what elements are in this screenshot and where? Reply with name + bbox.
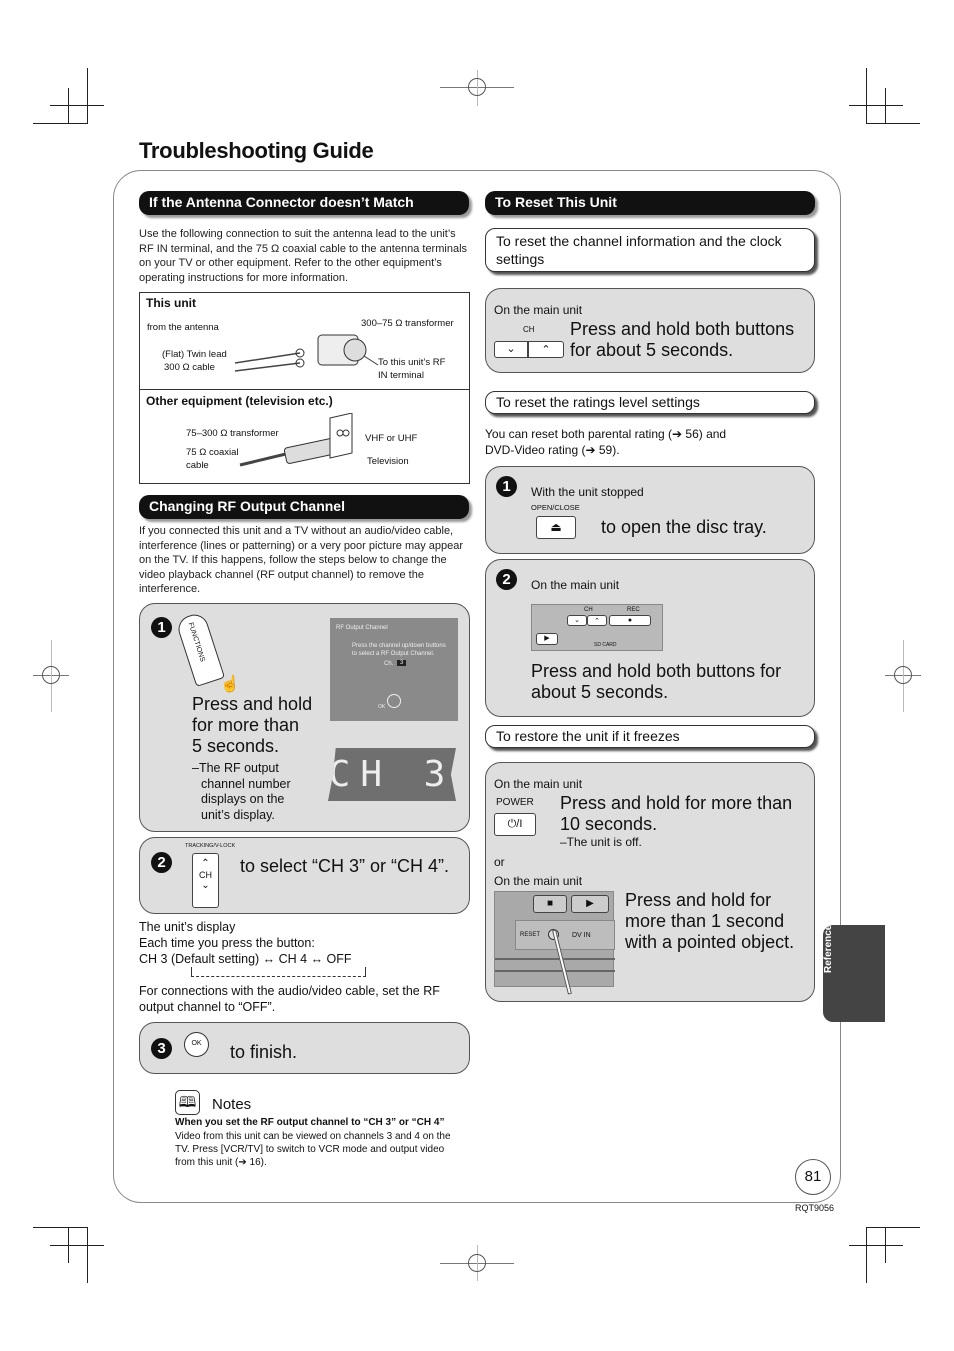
twin-lead-label-2: 300 Ω cable [164,362,215,373]
tracking-caption: TRACKING/V-LOCK [185,843,236,849]
antenna-intro: Use the following connection to suit the… [139,228,468,284]
rf-section-header: Changing RF Output Channel [139,495,469,519]
rf-in-label-2: IN terminal [378,370,424,381]
freeze-box: On the main unit POWER ⏻/I Press and hol… [485,762,815,1002]
functions-button[interactable]: FUNCTIONS [174,611,226,687]
power-button[interactable]: ⏻/I [494,813,536,836]
step-number-3: 3 [151,1038,172,1059]
television-label: Television [367,456,409,467]
step-number-2: 2 [151,852,172,873]
reset-channel-clock-title: To reset the channel information and the… [485,228,815,272]
tv-screen-rf-output: RF Output Channel Press the channel up/d… [330,618,458,721]
transformer-illustration [234,334,379,372]
reset-panel-image: ■ ▶ RESET DV IN [494,891,615,995]
reset-channel-clock-box: On the main unit CH ⌄ ⌃ Press and hold b… [485,288,815,373]
notes-title: Notes [212,1096,252,1113]
reset-ratings-title: To reset the ratings level settings [485,391,815,414]
step2-instruction: to select “CH 3” or “CH 4”. [240,856,450,876]
panel-rec-button[interactable]: ● [609,615,651,626]
ch-caption: CH [523,325,535,334]
step-number-1: 1 [151,617,172,638]
hand-press-icon: ☝ [220,676,240,693]
reference-side-tab[interactable]: Reference [823,925,885,1022]
ok-button[interactable]: OK [184,1032,209,1057]
from-antenna-label: from the antenna [147,322,219,333]
panel-play-button[interactable]: ▶ [536,633,558,645]
panel-play-button-2[interactable]: ▶ [571,895,609,913]
notes-book-icon: 🕮 [175,1090,200,1115]
main-unit-panel-image: CH REC ⌄ ⌃ ● ▶ SD CARD [531,604,663,651]
step1-instruction-1: Press and hold [192,694,313,714]
ratings-desc: You can reset both parental rating (➔ 56… [485,427,727,457]
ok-dial-icon [387,694,401,708]
this-unit-label: This unit [146,296,196,310]
display-note: The unit’s display Each time you press t… [139,920,440,1014]
step1-instruction-3: 5 seconds. [192,736,280,756]
antenna-section-header: If the Antenna Connector doesn’t Match [139,191,469,215]
page-number: 81 [795,1159,831,1195]
rf-in-label: To this unit’s RF [378,357,446,368]
step3-instruction: to finish. [230,1042,298,1062]
step1-instruction-2: for more than [192,715,300,735]
freeze-title: To restore the unit if it freezes [485,725,815,748]
twin-lead-label: (Flat) Twin lead [162,349,227,360]
panel-ch-up[interactable]: ⌃ [587,615,607,626]
notes-text: Video from this unit can be viewed on ch… [175,1131,451,1168]
vhf-uhf-label: VHF or UHF [365,433,418,444]
reset-section-header: To Reset This Unit [485,191,815,215]
unit-lcd-display: CH 3 [328,748,456,801]
ch-up-down-button[interactable]: ⌃ CH ⌄ [192,853,219,908]
screen-channel-value: 3 [397,660,407,666]
coax-label-2: cable [186,460,209,471]
rf-step-2: 2 TRACKING/V-LOCK ⌃ CH ⌄ to select “CH 3… [139,837,470,914]
panel-stop-button[interactable]: ■ [533,895,567,913]
step1-note: –The RF output channel number displays o… [192,761,291,822]
ratings-step-1: 1 With the unit stopped OPEN/CLOSE ⏏ to … [485,466,815,554]
page-title: Troubleshooting Guide [139,138,374,163]
ch-up-button[interactable]: ⌃ [528,341,564,358]
tv-transformer-illustration [239,413,353,467]
other-equipment-label: Other equipment (television etc.) [146,394,333,408]
notes-bold: When you set the RF output channel to “C… [175,1117,445,1128]
open-close-button[interactable]: ⏏ [536,516,576,539]
ch-down-button[interactable]: ⌄ [494,341,528,358]
rf-intro: If you connected this unit and a TV with… [139,525,464,595]
doc-code: RQT9056 [795,1203,835,1213]
ratings-step-2: 2 On the main unit CH REC ⌄ ⌃ ● ▶ SD CAR… [485,559,815,717]
antenna-diagram: This unit from the antenna (Flat) Twin l… [139,292,470,484]
panel-ch-down[interactable]: ⌄ [567,615,587,626]
rf-step-3: 3 OK to finish. [139,1022,470,1074]
